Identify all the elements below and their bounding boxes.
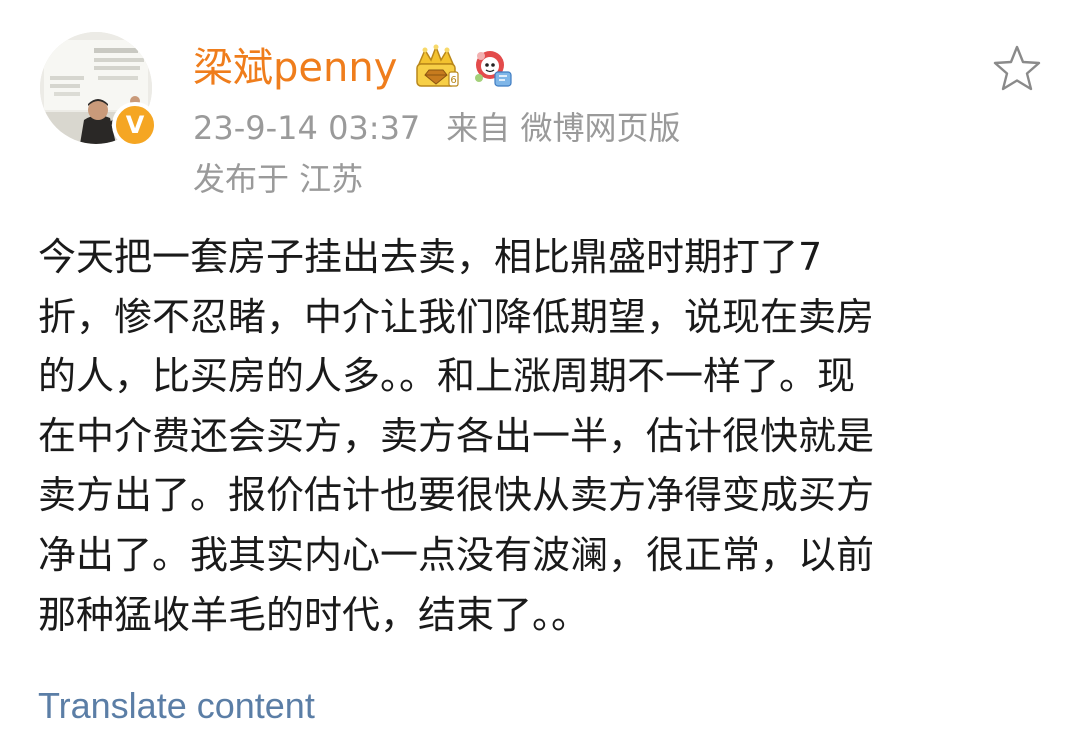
post-location: 发布于 江苏 — [193, 160, 364, 198]
author-name[interactable]: 梁斌penny — [193, 48, 397, 88]
post-meta: 23-9-14 03:37 来自 微博网页版 — [193, 112, 680, 144]
translate-content-link[interactable]: Translate content — [38, 686, 315, 726]
post-source[interactable]: 来自 微博网页版 — [446, 109, 680, 147]
mascot-badge-icon[interactable] — [471, 46, 515, 90]
verified-badge-label: V — [125, 111, 145, 139]
post-timestamp[interactable]: 23-9-14 03:37 — [193, 109, 420, 147]
author-avatar-wrap[interactable]: V — [40, 32, 158, 148]
author-row: 梁斌penny 6 — [193, 38, 515, 98]
post-body: 今天把一套房子挂出去卖，相比鼎盛时期打了7 折，惨不忍睹，中介让我们降低期望，说… — [38, 235, 875, 637]
svg-text:6: 6 — [451, 75, 457, 86]
crown-vip-icon[interactable]: 6 — [411, 44, 461, 92]
star-outline-icon[interactable] — [992, 44, 1042, 92]
verified-badge-icon: V — [112, 102, 158, 148]
